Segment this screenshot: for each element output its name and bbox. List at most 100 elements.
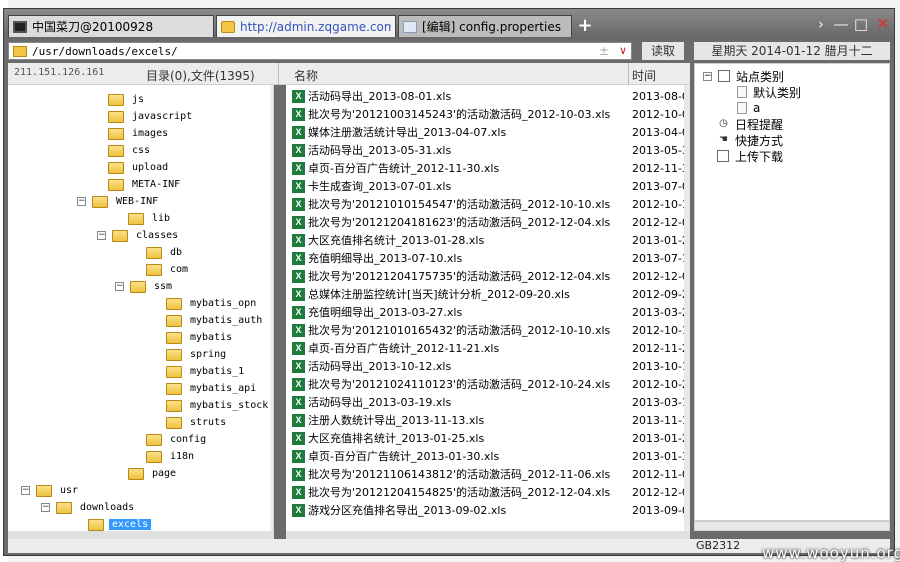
collapse-toggle-icon[interactable]: − (703, 71, 712, 81)
checkbox-icon (717, 150, 729, 162)
file-time: 2012-10-0 (632, 107, 684, 121)
close-button[interactable]: ✕ (874, 15, 892, 33)
file-row[interactable]: X 批次号为'20121204181623'的活动激活码_2012-12-04.x… (286, 213, 684, 231)
tree-item[interactable]: − WEB-INF (77, 193, 161, 210)
tree-item-label: page (152, 468, 177, 479)
folder-icon (166, 314, 182, 327)
file-row[interactable]: X 卓页-百分百广告统计_2012-11-30.xls 2012-11-3 (286, 159, 684, 177)
read-button[interactable]: 读取 (642, 42, 684, 60)
tree-item[interactable]: page (128, 465, 179, 482)
file-row[interactable]: X 批次号为'20121010154547'的活动激活码_2012-10-10.x… (286, 195, 684, 213)
tree-item[interactable]: − classes (97, 227, 181, 244)
folder-icon (146, 433, 162, 446)
file-list[interactable]: X 活动码导出_2013-08-01.xls 2013-08-0 X 批次号为'2012… (286, 85, 684, 531)
tab-config-editor[interactable]: [编辑] config.properties (398, 15, 572, 37)
file-row[interactable]: X 批次号为'20121024110123'的活动激活码_2012-10-24.x… (286, 375, 684, 393)
file-row[interactable]: X 批次号为'20121003145243'的活动激活码_2012-10-03.x… (286, 105, 684, 123)
file-row[interactable]: X 充值明细导出_2013-07-10.xls 2013-07-1 (286, 249, 684, 267)
tree-item[interactable]: mybatis_api (166, 380, 259, 397)
file-row[interactable]: X 批次号为'20121204154825'的活动激活码_2012-12-04.x… (286, 483, 684, 501)
file-row[interactable]: X 媒体注册激活统计导出_2013-04-07.xls 2013-04-0 (286, 123, 684, 141)
file-row[interactable]: X 卓页-百分百广告统计_2013-01-30.xls 2013-01-3 (286, 447, 684, 465)
file-row[interactable]: X 活动码导出_2013-08-01.xls 2013-08-0 (286, 87, 684, 105)
tree-item[interactable]: struts (166, 414, 229, 431)
file-row[interactable]: X 大区充值排名统计_2013-01-28.xls 2013-01-2 (286, 231, 684, 249)
tree-item[interactable]: config (146, 431, 209, 448)
file-list-hscrollbar[interactable] (286, 531, 690, 539)
tree-item[interactable]: mybatis_opn (166, 295, 259, 312)
tab-caidao[interactable]: 中国菜刀@20100928 (8, 15, 214, 37)
category-item[interactable]: 默认类别 (737, 84, 801, 100)
collapse-toggle-icon[interactable]: − (21, 486, 30, 495)
tab-admin-url[interactable]: http://admin.zqgame.com:90... (216, 15, 396, 37)
tree-item[interactable]: lib (128, 210, 173, 227)
collapse-toggle-icon[interactable]: − (77, 197, 86, 206)
file-row[interactable]: X 充值明细导出_2013-03-27.xls 2013-03-2 (286, 303, 684, 321)
directory-tree[interactable]: js javascript images css upload META-INF − WEB-… (8, 85, 274, 531)
tree-item[interactable]: i18n (146, 448, 197, 465)
tree-item[interactable]: css (108, 142, 153, 159)
file-time: 2012-11-3 (632, 161, 684, 175)
category-item[interactable]: − 站点类别 (703, 68, 784, 84)
address-bar[interactable]: /usr/downloads/excels/ ± ∨ (8, 42, 632, 60)
collapse-toggle-icon[interactable]: − (115, 282, 124, 291)
encoding-label[interactable]: GB2312 (696, 539, 740, 553)
file-row[interactable]: X 注册人数统计导出_2013-11-13.xls 2013-11-1 (286, 411, 684, 429)
file-row[interactable]: X 大区充值排名统计_2013-01-25.xls 2013-01-2 (286, 429, 684, 447)
minimize-button[interactable]: — (832, 15, 850, 33)
column-time-header[interactable]: 时间 (632, 67, 656, 84)
excel-file-icon: X (292, 341, 305, 355)
category-item[interactable]: 上传下载 (717, 148, 783, 164)
tree-scrollbar[interactable] (270, 85, 273, 531)
file-row[interactable]: X 卓页-百分百广告统计_2012-11-21.xls 2012-11-2 (286, 339, 684, 357)
tree-item[interactable]: db (146, 244, 185, 261)
plus-minus-icon[interactable]: ± (599, 43, 609, 59)
file-row[interactable]: X 批次号为'20121204175735'的活动激活码_2012-12-04.x… (286, 267, 684, 285)
file-list-scrollbar[interactable] (684, 85, 690, 531)
watermark: www.wooyun.org (762, 544, 900, 562)
tree-item[interactable]: upload (108, 159, 171, 176)
maximize-button[interactable]: □ (852, 15, 870, 33)
tree-item[interactable]: mybatis_1 (166, 363, 247, 380)
tree-item[interactable]: javascript (108, 108, 195, 125)
panel-hscrollbar[interactable] (694, 521, 890, 531)
tree-item[interactable]: excels (88, 516, 152, 531)
file-time: 2012-11-2 (632, 341, 684, 355)
file-row[interactable]: X 活动码导出_2013-03-19.xls 2013-03-1 (286, 393, 684, 411)
collapse-toggle-icon[interactable]: − (97, 231, 106, 240)
tree-item[interactable]: mybatis (166, 329, 235, 346)
column-divider[interactable] (628, 63, 629, 85)
file-row[interactable]: X 总媒体注册监控统计[当天]统计分析_2012-09-20.xls 2012-09… (286, 285, 684, 303)
new-tab-button[interactable]: + (576, 17, 594, 35)
tree-item[interactable]: mybatis_auth (166, 312, 265, 329)
file-row[interactable]: X 批次号为'20121010165432'的活动激活码_2012-10-10.x… (286, 321, 684, 339)
tree-item[interactable]: − usr (21, 482, 81, 499)
folder-icon (221, 20, 235, 33)
file-row[interactable]: X 游戏分区充值排名导出_2013-09-02.xls 2013-09-0 (286, 501, 684, 519)
file-time: 2013-04-0 (632, 125, 684, 139)
tree-item-label: lib (152, 213, 171, 224)
file-row[interactable]: X 卡生成查询_2013-07-01.xls 2013-07-0 (286, 177, 684, 195)
category-item[interactable]: ◷ 日程提醒 (717, 116, 783, 132)
tree-item[interactable]: images (108, 125, 171, 142)
category-item[interactable]: ☚ 快捷方式 (717, 132, 783, 148)
file-row[interactable]: X 批次号为'20121106143812'的活动激活码_2012-11-06.x… (286, 465, 684, 483)
tree-item[interactable]: js (108, 91, 147, 108)
file-row[interactable]: X 活动码导出_2013-10-12.xls 2013-10-1 (286, 357, 684, 375)
tree-hscrollbar[interactable] (8, 531, 274, 539)
file-row[interactable]: X 活动码导出_2013-05-31.xls 2013-05-3 (286, 141, 684, 159)
chevron-down-icon[interactable]: ∨ (619, 43, 627, 59)
tree-item[interactable]: mybatis_stock (166, 397, 271, 414)
category-item[interactable]: a (737, 100, 760, 116)
tree-item[interactable]: spring (166, 346, 229, 363)
tree-item[interactable]: com (146, 261, 191, 278)
collapse-toggle-icon[interactable]: − (41, 503, 50, 512)
site-category-panel[interactable]: − 站点类别 默认类别 a ◷ 日程提醒 ☚ 快捷方式 上传下载 (694, 63, 890, 521)
column-divider[interactable] (278, 63, 279, 85)
tree-item[interactable]: − downloads (41, 499, 137, 516)
column-name-header[interactable]: 名称 (294, 67, 318, 84)
tree-item[interactable]: − ssm (115, 278, 175, 295)
tree-item[interactable]: META-INF (108, 176, 183, 193)
chevron-right-icon[interactable]: › (812, 15, 830, 33)
file-time: 2013-07-1 (632, 251, 684, 265)
